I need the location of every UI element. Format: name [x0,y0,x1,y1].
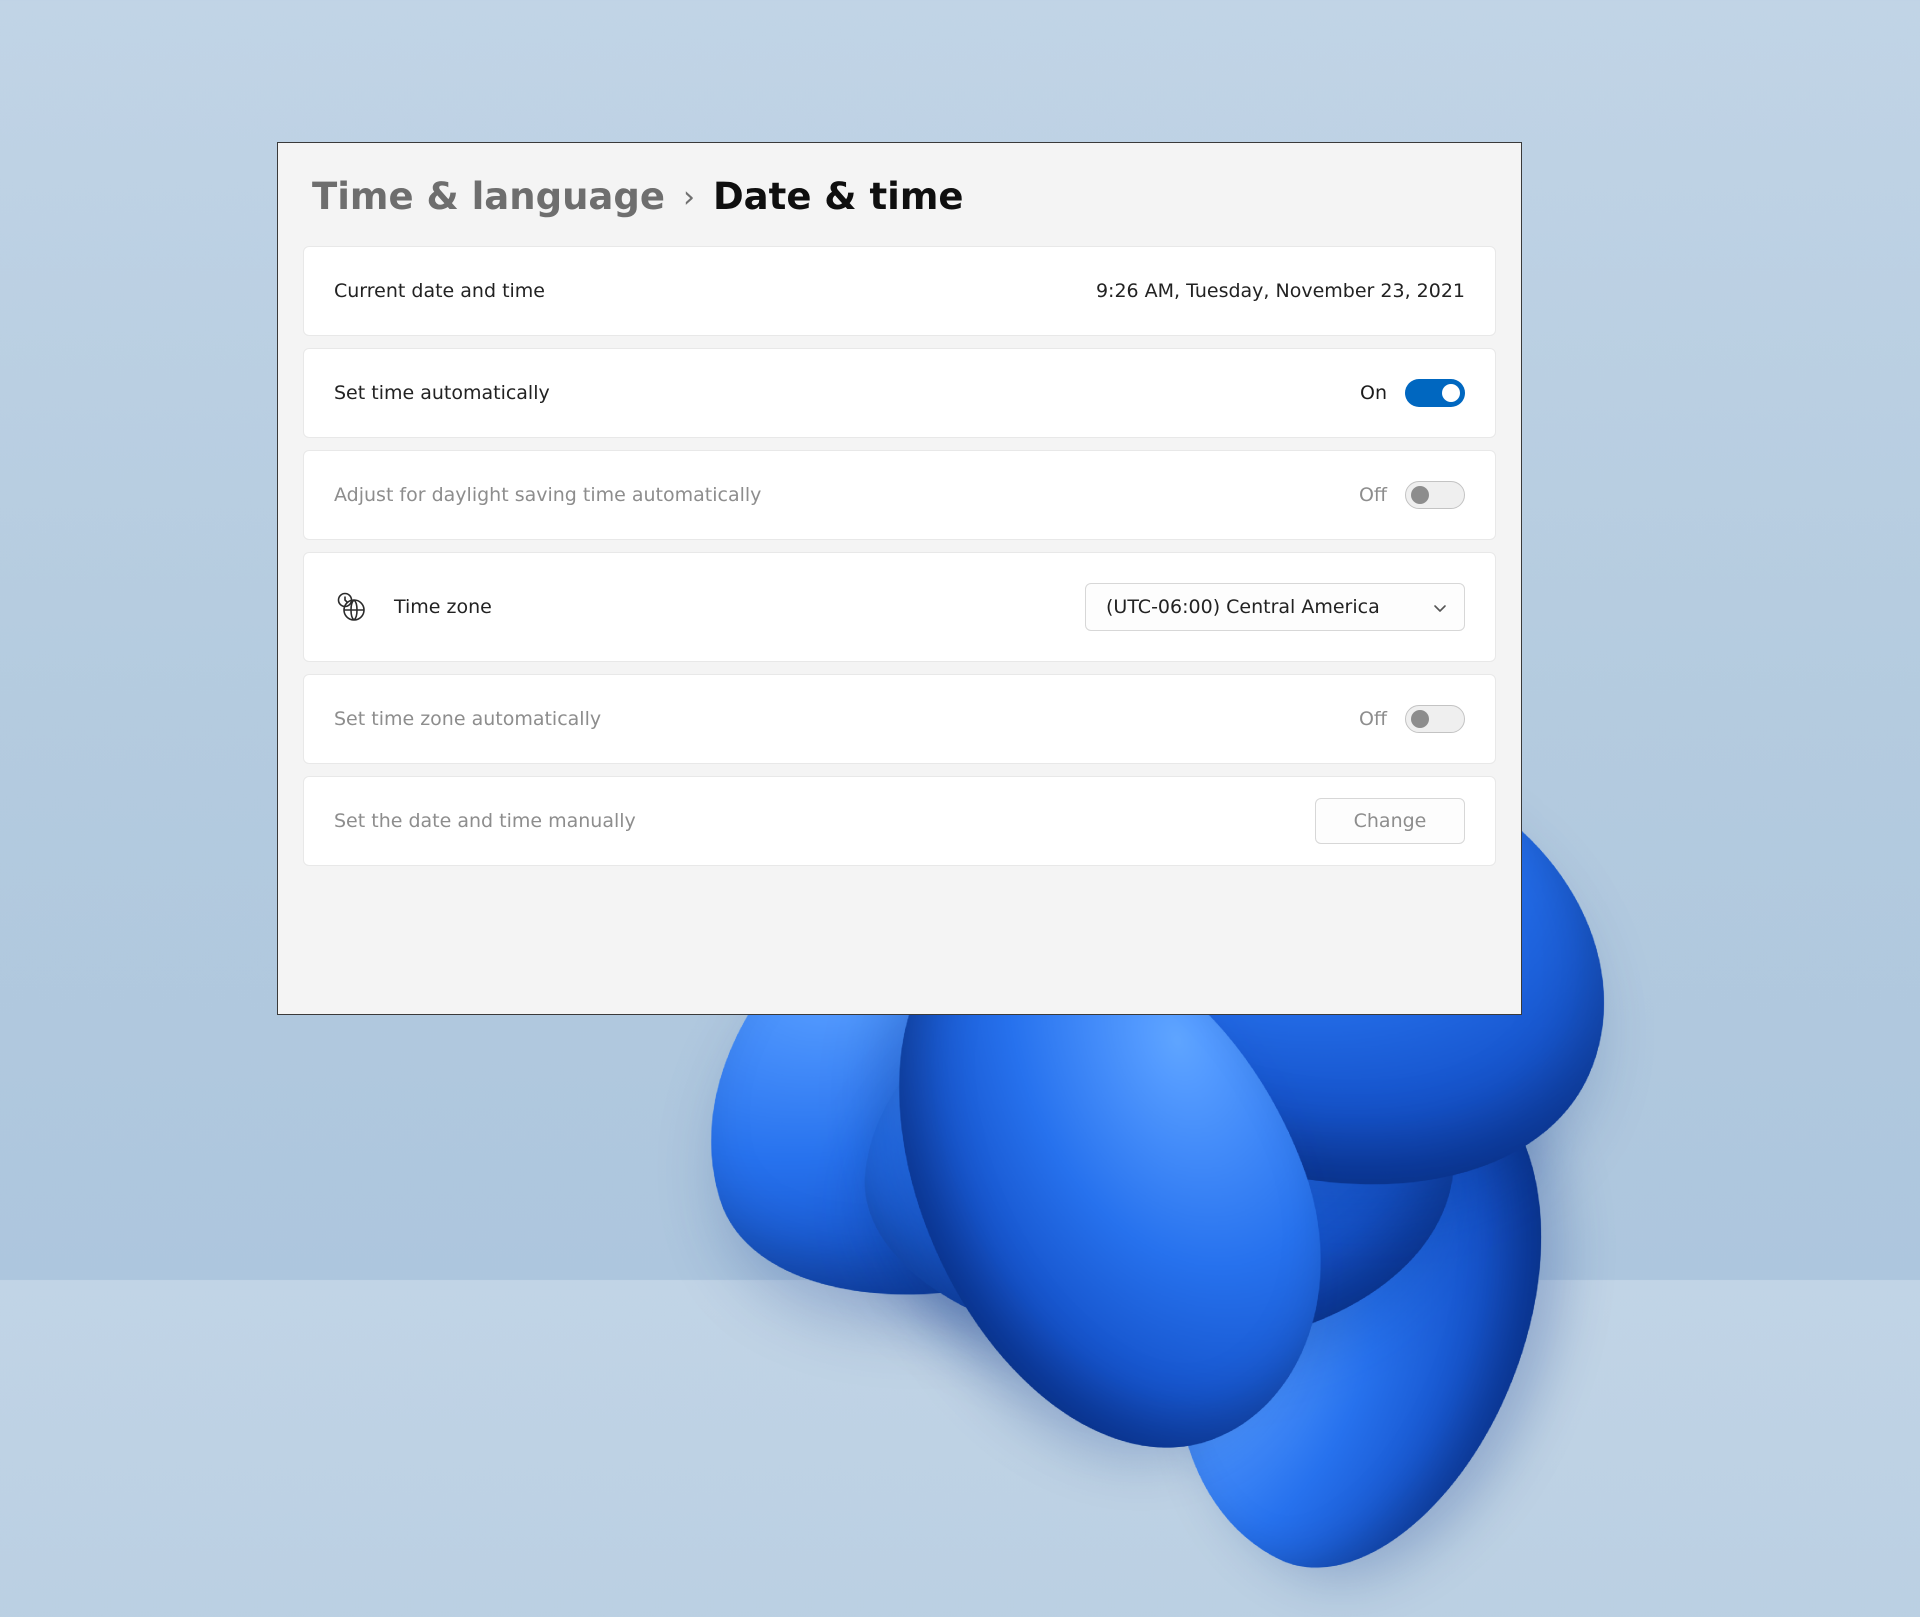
page-title: Date & time [713,175,964,218]
row-dst-automatically: Adjust for daylight saving time automati… [303,450,1496,540]
breadcrumb-parent[interactable]: Time & language [312,175,665,218]
dst-automatically-state: Off [1359,484,1387,506]
settings-window: Time & language › Date & time Current da… [277,142,1522,1015]
change-button-label: Change [1354,810,1427,832]
time-zone-select[interactable]: (UTC-06:00) Central America [1085,583,1465,631]
row-set-timezone-automatically: Set time zone automatically Off [303,674,1496,764]
dst-automatically-toggle [1405,481,1465,509]
set-timezone-automatically-state: Off [1359,708,1387,730]
chevron-right-icon: › [683,180,695,215]
row-current-datetime: Current date and time 9:26 AM, Tuesday, … [303,246,1496,336]
row-time-zone: Time zone (UTC-06:00) Central America [303,552,1496,662]
time-zone-selected-value: (UTC-06:00) Central America [1106,596,1380,618]
set-time-automatically-state: On [1360,382,1387,404]
set-datetime-manually-label: Set the date and time manually [334,810,636,832]
breadcrumb: Time & language › Date & time [278,143,1521,246]
row-set-time-automatically: Set time automatically On [303,348,1496,438]
time-zone-label: Time zone [394,596,492,618]
change-button: Change [1315,798,1465,844]
set-timezone-automatically-label: Set time zone automatically [334,708,601,730]
globe-clock-icon [334,590,368,624]
current-datetime-label: Current date and time [334,280,545,302]
set-timezone-automatically-toggle [1405,705,1465,733]
set-time-automatically-label: Set time automatically [334,382,550,404]
chevron-down-icon [1432,599,1448,615]
current-datetime-value: 9:26 AM, Tuesday, November 23, 2021 [1096,280,1465,302]
dst-automatically-label: Adjust for daylight saving time automati… [334,484,761,506]
row-set-datetime-manually: Set the date and time manually Change [303,776,1496,866]
set-time-automatically-toggle[interactable] [1405,379,1465,407]
